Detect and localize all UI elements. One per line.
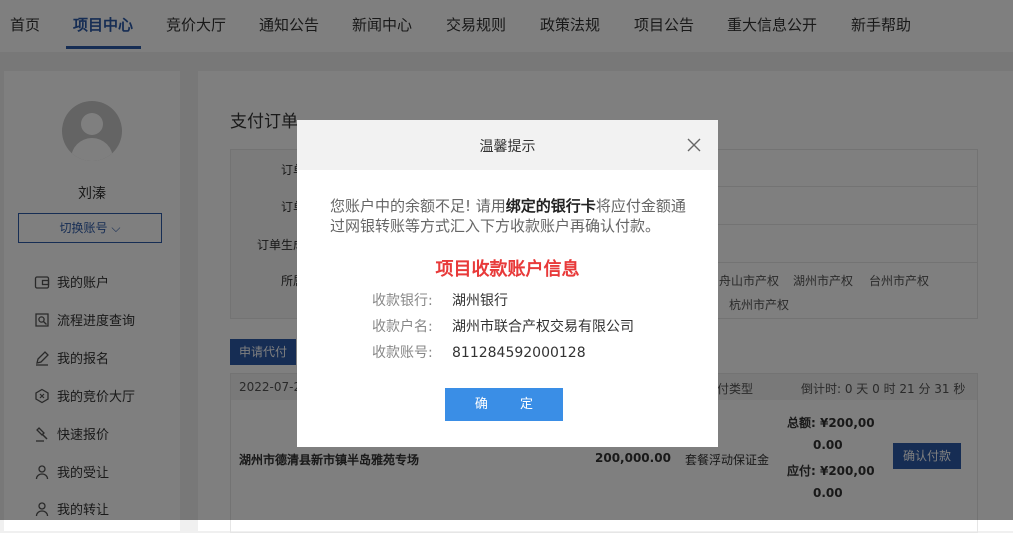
bank-row: 收款银行: 湖州银行 (372, 290, 508, 310)
close-icon[interactable] (686, 137, 702, 153)
account-number-label: 收款账号: (372, 345, 433, 361)
message-part-1: 您账户中的余额不足! 请用 (330, 197, 506, 215)
dialog-message: 您账户中的余额不足! 请用绑定的银行卡将应付金额通过网银转账等方式汇入下方收款账… (330, 196, 690, 236)
account-info-heading: 项目收款账户信息 (435, 259, 580, 280)
account-name-value: 湖州市联合产权交易有限公司 (452, 319, 634, 335)
bank-value: 湖州银行 (452, 293, 508, 309)
balance-warning-dialog: 温馨提示 您账户中的余额不足! 请用绑定的银行卡将应付金额通过网银转账等方式汇入… (297, 120, 718, 447)
dialog-title: 温馨提示 (479, 139, 536, 155)
account-name-label: 收款户名: (372, 319, 433, 335)
ok-button[interactable]: 确 定 (445, 388, 563, 421)
account-name-row: 收款户名: 湖州市联合产权交易有限公司 (372, 316, 634, 336)
bank-label: 收款银行: (372, 293, 433, 309)
dialog-header: 温馨提示 (297, 120, 718, 170)
message-highlight: 绑定的银行卡 (505, 197, 596, 215)
account-number-value: 811284592000128 (452, 345, 586, 361)
account-number-row: 收款账号: 811284592000128 (372, 342, 586, 362)
